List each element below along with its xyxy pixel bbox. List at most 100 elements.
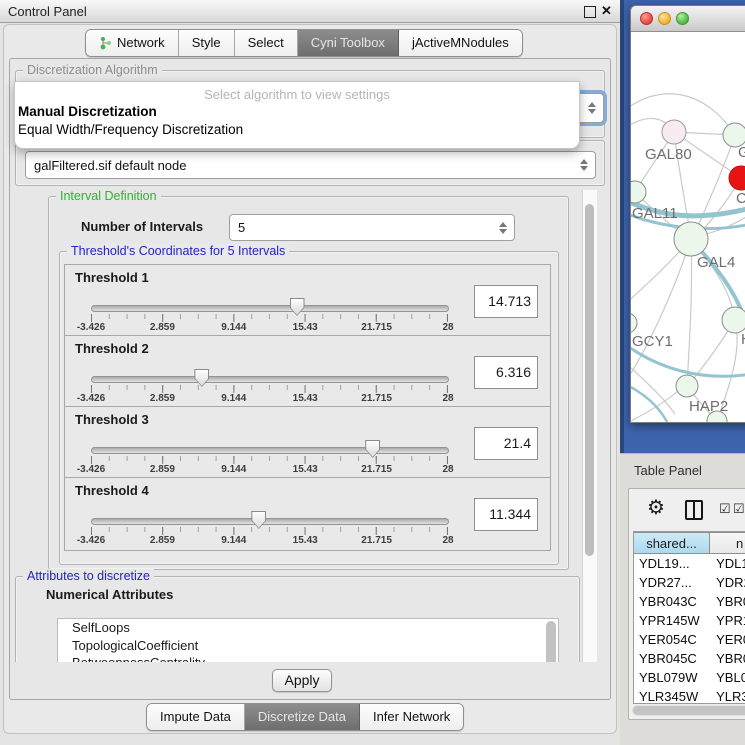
- close-icon[interactable]: ✕: [601, 3, 612, 19]
- tab-jactivemnodules[interactable]: jActiveMNodules: [399, 30, 522, 56]
- slider-track[interactable]: [91, 376, 449, 383]
- stepper-icon: [588, 102, 596, 114]
- float-window-icon[interactable]: [584, 6, 596, 18]
- network-icon: [99, 36, 112, 50]
- stepper-icon: [580, 159, 588, 171]
- node-gcy1[interactable]: [631, 313, 637, 333]
- threshold-label: Threshold 3: [75, 412, 149, 427]
- settings-scrollbar-thumb[interactable]: [585, 204, 594, 556]
- cell: YER0: [708, 632, 745, 647]
- table-panel: Table Panel ⚙ ☑ ☑ shared... n YDL19... Y…: [620, 453, 745, 745]
- threshold-value-field[interactable]: 6.316: [474, 356, 538, 389]
- num-intervals-combobox[interactable]: 5: [229, 214, 515, 241]
- popup-option-equal-width-frequency[interactable]: Equal Width/Frequency Discretization: [18, 122, 243, 137]
- node-gal11[interactable]: [631, 181, 646, 203]
- tab-infer-network[interactable]: Infer Network: [360, 704, 463, 730]
- settings-scroll-region: Interval Definition Number of Intervals …: [15, 190, 604, 662]
- table-panel-title: Table Panel: [634, 463, 702, 478]
- slider-track[interactable]: [91, 518, 449, 525]
- tick-label: 9.144: [221, 322, 246, 333]
- list-scrollbar[interactable]: [546, 621, 556, 662]
- network-canvas[interactable]: GAL80 G C GAL11 GAL4 GCY1 H HAP2: [631, 32, 745, 422]
- network-window[interactable]: GAL80 G C GAL11 GAL4 GCY1 H HAP2: [630, 5, 745, 423]
- tab-select[interactable]: Select: [235, 30, 298, 56]
- gear-icon[interactable]: ⚙: [647, 495, 665, 520]
- tick-label: 9.144: [221, 464, 246, 475]
- node-partial-h[interactable]: [722, 307, 745, 333]
- table-panel-card: ⚙ ☑ ☑ shared... n YDL19... YDL1 YDR27...…: [628, 488, 745, 720]
- checkbox-icon[interactable]: ☑: [719, 501, 731, 517]
- tab-discretize-data-label: Discretize Data: [258, 709, 346, 724]
- node-hap2[interactable]: [676, 375, 698, 397]
- threshold-label: Threshold 4: [75, 483, 149, 498]
- tick-label: 15.43: [293, 535, 318, 546]
- node-gal4[interactable]: [674, 222, 708, 256]
- tick-label: 15.43: [293, 322, 318, 333]
- tab-network[interactable]: Network: [86, 30, 179, 56]
- tick-label: -3.426: [77, 464, 105, 475]
- node-gal80[interactable]: [662, 120, 686, 144]
- popup-hint: Select algorithm to view settings: [15, 87, 579, 102]
- app-root: Control Panel ✕ Network Style Select Cyn…: [0, 0, 745, 745]
- tick-label: 2.859: [150, 535, 175, 546]
- table-row[interactable]: YER054C YER0: [634, 630, 745, 649]
- cell: YBR043C: [634, 594, 708, 609]
- tick-label: 21.715: [361, 535, 392, 546]
- table-panel-toolbar: ⚙ ☑ ☑: [629, 489, 745, 529]
- tab-impute-data[interactable]: Impute Data: [147, 704, 245, 730]
- slider-ticks: [91, 314, 448, 322]
- table-row[interactable]: YBL079W YBL0: [634, 668, 745, 687]
- node-label-gcy1: GCY1: [632, 333, 673, 350]
- tab-cyni-toolbox-label: Cyni Toolbox: [311, 35, 385, 50]
- tab-network-label: Network: [117, 35, 165, 50]
- control-panel-titlebar: Control Panel ✕: [0, 0, 620, 23]
- tick-label: 21.715: [361, 322, 392, 333]
- cell: YDR27...: [634, 575, 708, 590]
- list-item[interactable]: SelfLoops: [58, 619, 558, 637]
- table-row[interactable]: YDR27... YDR2: [634, 573, 745, 592]
- table-row[interactable]: YDL19... YDL1: [634, 554, 745, 573]
- network-window-titlebar[interactable]: [631, 6, 745, 32]
- threshold-value-field[interactable]: 11.344: [474, 498, 538, 531]
- slider-track[interactable]: [91, 305, 449, 312]
- list-item[interactable]: TopologicalCoefficient: [58, 637, 558, 655]
- slider-ticks: [91, 527, 448, 535]
- cell: YPR145W: [634, 613, 708, 628]
- slider-tick-labels: -3.426 2.859 9.144 15.43 21.715 28: [91, 322, 448, 334]
- zoom-traffic-light-icon[interactable]: [676, 12, 689, 25]
- apply-button[interactable]: Apply: [272, 669, 332, 692]
- checkbox-icon[interactable]: ☑: [733, 501, 745, 517]
- column-header-name[interactable]: n: [710, 532, 745, 554]
- table-horizontal-scrollbar[interactable]: [632, 705, 745, 716]
- tick-label: 21.715: [361, 464, 392, 475]
- numerical-attributes-list: SelfLoops TopologicalCoefficient Between…: [57, 618, 559, 662]
- table-row[interactable]: YPR145W YPR1: [634, 611, 745, 630]
- tab-discretize-data[interactable]: Discretize Data: [245, 704, 360, 730]
- table-horizontal-scrollbar-thumb[interactable]: [633, 706, 745, 715]
- threshold-value-field[interactable]: 21.4: [474, 427, 538, 460]
- settings-scrollbar[interactable]: [582, 190, 597, 662]
- cell: YLR345W: [634, 689, 708, 704]
- list-item[interactable]: BetweennessCentrality: [58, 654, 558, 662]
- slider-ticks: [91, 456, 448, 464]
- table-row[interactable]: YBR043C YBR0: [634, 592, 745, 611]
- columns-icon[interactable]: [685, 500, 703, 520]
- threshold-value-field[interactable]: 14.713: [474, 285, 538, 318]
- tick-label: 28: [442, 322, 453, 333]
- cell: YBL0: [708, 670, 745, 685]
- table-row[interactable]: YBR045C YBR0: [634, 649, 745, 668]
- table-data-combobox[interactable]: galFiltered.sif default node: [25, 151, 596, 179]
- slider-tick-labels: -3.426 2.859 9.144 15.43 21.715 28: [91, 535, 448, 547]
- table-row[interactable]: YLR345W YLR3: [634, 687, 745, 704]
- column-header-shared-name[interactable]: shared...: [634, 532, 710, 554]
- tab-cyni-toolbox[interactable]: Cyni Toolbox: [298, 30, 399, 56]
- slider-track[interactable]: [91, 447, 449, 454]
- control-panel-title: Control Panel: [8, 4, 87, 19]
- close-traffic-light-icon[interactable]: [640, 12, 653, 25]
- num-intervals-value: 5: [238, 220, 245, 235]
- threshold-row: Threshold 4 -3.426 2.859 9.144 15.43 21.…: [64, 477, 551, 551]
- minimize-traffic-light-icon[interactable]: [658, 12, 671, 25]
- tab-style[interactable]: Style: [179, 30, 235, 56]
- node-red-selected[interactable]: [729, 166, 745, 190]
- popup-option-manual-discretization[interactable]: Manual Discretization: [18, 104, 157, 119]
